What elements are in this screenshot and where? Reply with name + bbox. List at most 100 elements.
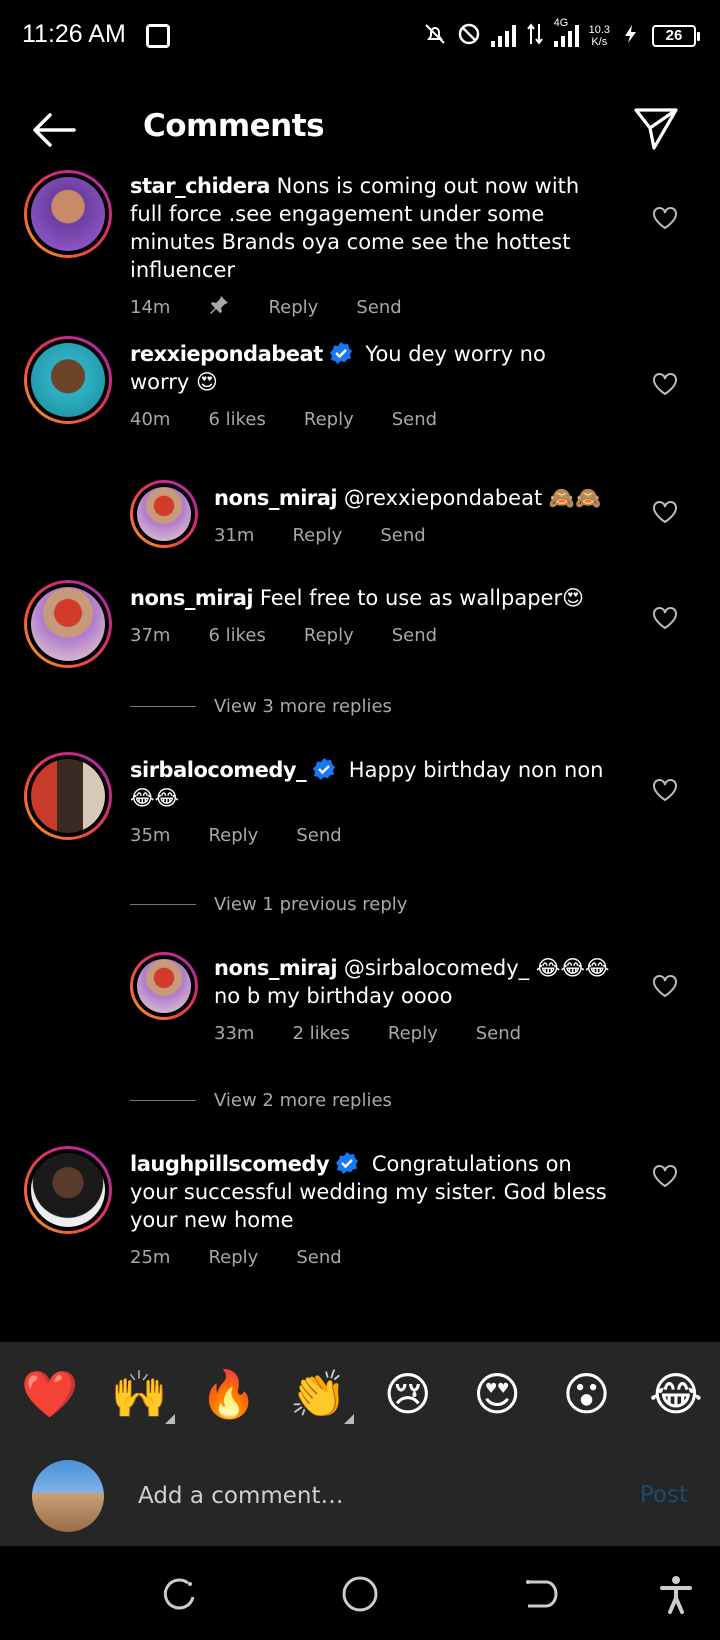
divider — [130, 706, 196, 707]
back-nav-icon[interactable] — [520, 1574, 560, 1614]
send-button[interactable]: Send — [392, 622, 437, 650]
avatar[interactable] — [24, 752, 112, 840]
reply-button[interactable]: Reply — [292, 522, 342, 550]
send-button[interactable]: Send — [380, 522, 425, 550]
emoji-heart-eyes[interactable]: 😍 — [465, 1366, 529, 1422]
reply-button[interactable]: Reply — [304, 406, 354, 434]
comment-item: sirbalocomedy_ Happy birthday non non 😂😂… — [0, 752, 720, 862]
emoji-clap[interactable]: 👏 — [286, 1366, 355, 1424]
page-title: Comments — [143, 108, 325, 144]
view-more-label[interactable]: View 3 more replies — [214, 696, 392, 717]
emoji-surprised[interactable]: 😮 — [555, 1366, 619, 1422]
comment-meta: 31m Reply Send — [214, 522, 610, 550]
comment-body: sirbalocomedy_ Happy birthday non non 😂😂… — [130, 756, 610, 850]
send-button[interactable]: Send — [296, 1244, 341, 1272]
send-button[interactable]: Send — [296, 822, 341, 850]
emoji-raised-hands[interactable]: 🙌 — [107, 1366, 176, 1424]
battery-indicator: 26 — [652, 25, 700, 47]
avatar[interactable] — [24, 170, 112, 258]
comment-time: 37m — [130, 625, 171, 646]
avatar[interactable] — [130, 952, 198, 1020]
view-more-replies[interactable]: View 2 more replies — [130, 1090, 392, 1111]
heart-icon[interactable] — [652, 500, 678, 524]
heart-icon[interactable] — [652, 206, 678, 230]
comment-text: @rexxiepondabeat 🙈🙈 — [343, 486, 602, 510]
reply-item: nons_miraj @sirbalocomedy_ 😂😂😂 no b my b… — [0, 950, 720, 1060]
comment-body: star_chidera Nons is coming out now with… — [130, 172, 610, 325]
signal-bars-icon — [490, 25, 516, 47]
back-button[interactable] — [30, 110, 78, 150]
view-more-label[interactable]: View 1 previous reply — [214, 894, 407, 915]
heart-icon[interactable] — [652, 1164, 678, 1188]
comment-username[interactable]: rexxiepondabeat — [130, 342, 323, 366]
send-direct-icon[interactable] — [632, 106, 680, 152]
comment-input[interactable] — [138, 1474, 578, 1518]
network-speed: 10.3 K/s — [588, 24, 610, 48]
status-icons: 4G 10.3 K/s 26 — [423, 17, 700, 54]
divider — [130, 1100, 196, 1101]
emoji-fire[interactable]: 🔥 — [197, 1366, 261, 1422]
notifications-off-icon — [423, 22, 447, 50]
heart-icon[interactable] — [652, 778, 678, 802]
send-button[interactable]: Send — [476, 1020, 521, 1048]
emoji-heart[interactable]: ❤️ — [18, 1366, 82, 1422]
comment-body: nons_miraj @sirbalocomedy_ 😂😂😂 no b my b… — [214, 954, 610, 1048]
comment-likes[interactable]: 6 likes — [208, 622, 265, 650]
avatar[interactable] — [24, 336, 112, 424]
comment-body: rexxiepondabeat You dey worry no worry 😍… — [130, 340, 610, 434]
heart-icon[interactable] — [652, 606, 678, 630]
cellular-4g-icon: 4G — [553, 17, 579, 47]
home-icon[interactable] — [340, 1574, 380, 1614]
send-button[interactable]: Send — [356, 294, 401, 325]
comment-meta: 37m 6 likes Reply Send — [130, 622, 610, 650]
comment-username[interactable]: star_chidera — [130, 174, 270, 198]
comment-likes[interactable]: 6 likes — [208, 406, 265, 434]
comment-composer: Post — [0, 1446, 720, 1546]
comment-time: 31m — [214, 525, 255, 546]
reply-button[interactable]: Reply — [268, 294, 318, 325]
skin-tone-indicator — [344, 1414, 355, 1424]
emoji-crying[interactable]: 😢 — [376, 1366, 440, 1422]
reply-button[interactable]: Reply — [388, 1020, 438, 1048]
comment-body: nons_miraj @rexxiepondabeat 🙈🙈 31m Reply… — [214, 484, 610, 550]
comment-meta: 33m 2 likes Reply Send — [214, 1020, 610, 1048]
comment-meta: 35m Reply Send — [130, 822, 610, 850]
system-nav-bar — [0, 1546, 720, 1640]
comment-item: laughpillscomedy Congratulations on your… — [0, 1146, 720, 1286]
send-button[interactable]: Send — [392, 406, 437, 434]
reply-button[interactable]: Reply — [208, 1244, 258, 1272]
view-more-label[interactable]: View 2 more replies — [214, 1090, 392, 1111]
verified-badge-icon — [312, 757, 336, 781]
heart-icon[interactable] — [652, 372, 678, 396]
skin-tone-indicator — [165, 1414, 176, 1424]
status-time: 11:26 AM — [22, 20, 126, 48]
comment-username[interactable]: nons_miraj — [214, 486, 338, 510]
status-bar: 11:26 AM 4G 10.3 K/s 26 — [0, 0, 720, 72]
comment-list[interactable]: star_chidera Nons is coming out now with… — [0, 170, 720, 1342]
comment-time: 25m — [130, 1247, 171, 1268]
divider — [130, 904, 196, 905]
avatar[interactable] — [24, 1146, 112, 1234]
comment-username[interactable]: sirbalocomedy_ — [130, 758, 307, 782]
comment-username[interactable]: laughpillscomedy — [130, 1152, 330, 1176]
comment-time: 35m — [130, 825, 171, 846]
post-button[interactable]: Post — [640, 1482, 688, 1508]
charging-icon — [620, 23, 642, 49]
pin-icon — [208, 294, 230, 325]
avatar[interactable] — [24, 580, 112, 668]
comment-likes[interactable]: 2 likes — [292, 1020, 349, 1048]
reply-button[interactable]: Reply — [208, 822, 258, 850]
avatar — [32, 1460, 104, 1532]
avatar[interactable] — [130, 480, 198, 548]
heart-icon[interactable] — [652, 974, 678, 998]
reply-button[interactable]: Reply — [304, 622, 354, 650]
accessibility-icon[interactable] — [656, 1574, 696, 1614]
view-more-replies[interactable]: View 3 more replies — [130, 696, 392, 717]
recents-icon[interactable] — [160, 1574, 200, 1614]
do-not-disturb-icon — [457, 22, 481, 50]
comment-username[interactable]: nons_miraj — [214, 956, 338, 980]
comment-username[interactable]: nons_miraj — [130, 586, 254, 610]
view-previous-replies[interactable]: View 1 previous reply — [130, 894, 407, 915]
reply-item: nons_miraj @rexxiepondabeat 🙈🙈 31m Reply… — [0, 480, 720, 560]
emoji-laughing[interactable]: 😂 — [644, 1366, 708, 1422]
